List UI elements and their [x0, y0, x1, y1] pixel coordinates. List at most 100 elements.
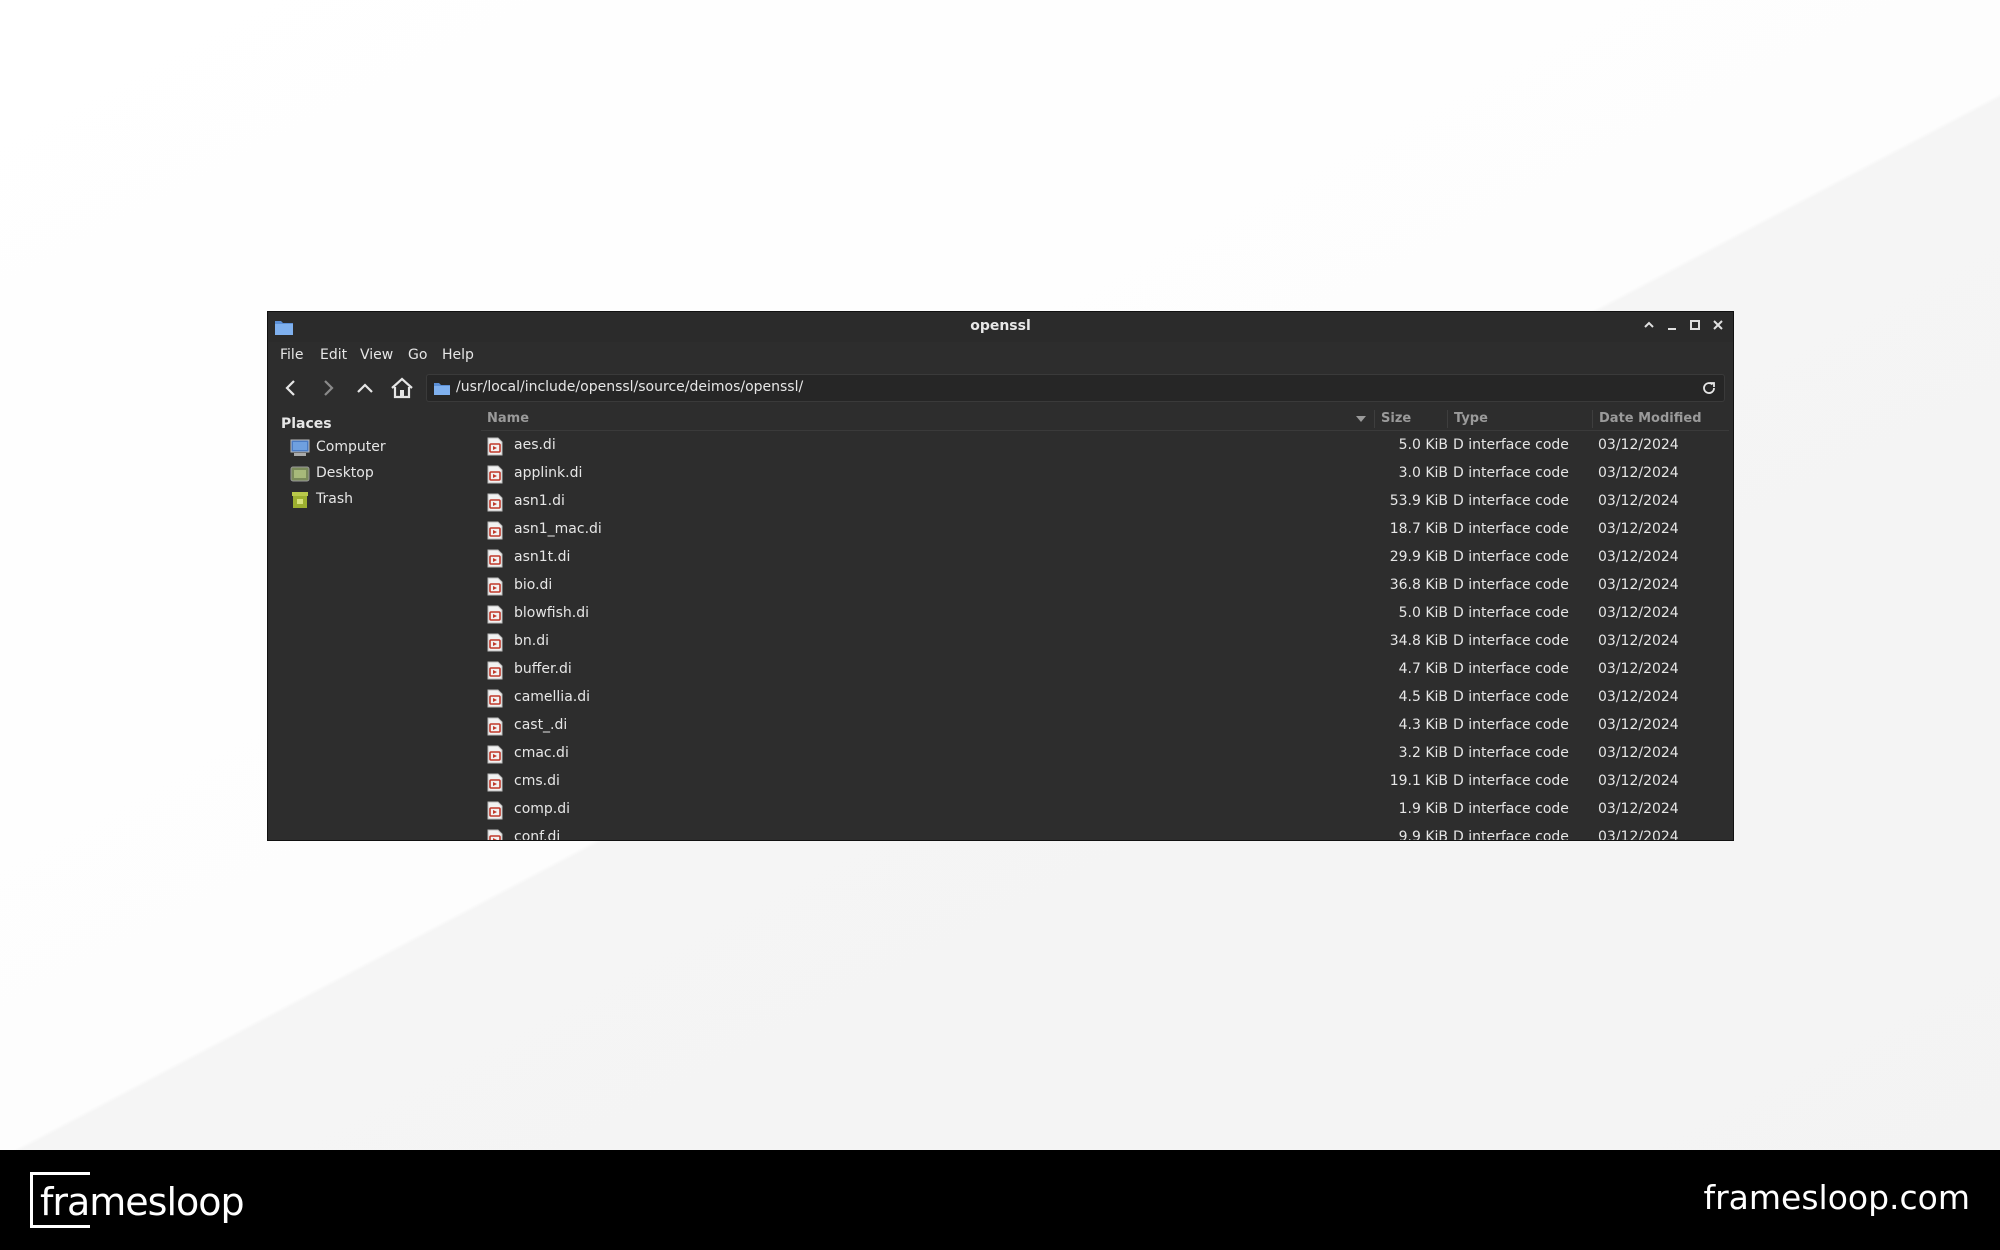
- table-row[interactable]: cast_.di 4.3 KiB D interface code 03/12/202…: [481, 712, 1729, 740]
- home-button[interactable]: [386, 372, 418, 404]
- file-date: 03/12/2024: [1598, 605, 1679, 621]
- file-date: 03/12/2024: [1598, 829, 1679, 841]
- table-row[interactable]: asn1_mac.di 18.7 KiB D interface code 03/12…: [481, 516, 1729, 544]
- file-date: 03/12/2024: [1598, 577, 1679, 593]
- footer-banner: framesloop framesloop.com: [0, 1150, 2000, 1250]
- menu-go[interactable]: Go: [408, 347, 427, 363]
- table-row[interactable]: aes.di 5.0 KiB D interface code 03/12/2024: [481, 432, 1729, 460]
- file-date: 03/12/2024: [1598, 773, 1679, 789]
- column-separator[interactable]: [1374, 410, 1375, 428]
- close-icon: [1713, 320, 1723, 330]
- d-source-file-icon: [487, 521, 503, 540]
- table-row[interactable]: asn1t.di 29.9 KiB D interface code 03/12/20…: [481, 544, 1729, 572]
- computer-icon: [290, 439, 310, 456]
- d-source-file-icon: [487, 577, 503, 596]
- shade-window-button[interactable]: [1639, 317, 1659, 337]
- table-row[interactable]: comp.di 1.9 KiB D interface code 03/12/2024: [481, 796, 1729, 824]
- file-size: 29.9 KiB: [1389, 549, 1448, 565]
- d-source-file-icon: [487, 493, 503, 512]
- table-row[interactable]: bn.di 34.8 KiB D interface code 03/12/2024: [481, 628, 1729, 656]
- file-size: 5.0 KiB: [1398, 605, 1448, 621]
- parent-folder-button[interactable]: [349, 372, 381, 404]
- file-manager-window: openssl File Edit View Go Help /usr/loca…: [267, 311, 1734, 841]
- file-size: 18.7 KiB: [1389, 521, 1448, 537]
- column-header-size[interactable]: Size: [1381, 408, 1411, 430]
- menu-edit[interactable]: Edit: [320, 347, 347, 363]
- table-row[interactable]: buffer.di 4.7 KiB D interface code 03/12/20…: [481, 656, 1729, 684]
- file-name: cms.di: [514, 773, 560, 789]
- framesloop-logo: framesloop: [30, 1172, 245, 1230]
- column-separator[interactable]: [1592, 410, 1593, 428]
- d-source-file-icon: [487, 829, 503, 840]
- location-bar[interactable]: /usr/local/include/openssl/source/deimos…: [426, 374, 1725, 402]
- table-row[interactable]: conf.di 9.9 KiB D interface code 03/12/2024: [481, 824, 1729, 841]
- file-list-header: Name Size Type Date Modified: [481, 408, 1729, 431]
- file-size: 19.1 KiB: [1389, 773, 1448, 789]
- column-header-name[interactable]: Name: [487, 408, 529, 430]
- chevron-up-icon: [1644, 321, 1654, 328]
- file-date: 03/12/2024: [1598, 661, 1679, 677]
- file-type: D interface code: [1453, 493, 1569, 509]
- d-source-file-icon: [487, 549, 503, 568]
- table-row[interactable]: applink.di 3.0 KiB D interface code 03/12/2…: [481, 460, 1729, 488]
- file-type: D interface code: [1453, 577, 1569, 593]
- file-type: D interface code: [1453, 773, 1569, 789]
- file-type: D interface code: [1453, 661, 1569, 677]
- back-arrow-icon: [285, 380, 295, 396]
- column-separator[interactable]: [1447, 410, 1448, 428]
- menu-help[interactable]: Help: [442, 347, 474, 363]
- file-size: 3.0 KiB: [1398, 465, 1448, 481]
- location-path[interactable]: /usr/local/include/openssl/source/deimos…: [456, 379, 803, 395]
- table-row[interactable]: asn1.di 53.9 KiB D interface code 03/12/202…: [481, 488, 1729, 516]
- file-size: 53.9 KiB: [1389, 493, 1448, 509]
- table-row[interactable]: bio.di 36.8 KiB D interface code 03/12/2024: [481, 572, 1729, 600]
- maximize-button[interactable]: [1685, 317, 1705, 337]
- refresh-icon[interactable]: [1700, 379, 1718, 397]
- back-button[interactable]: [275, 372, 307, 404]
- toolbar: /usr/local/include/openssl/source/deimos…: [268, 368, 1733, 408]
- forward-button[interactable]: [312, 372, 344, 404]
- minimize-icon: [1668, 328, 1676, 330]
- sidebar-item-label: Computer: [316, 439, 386, 455]
- file-date: 03/12/2024: [1598, 801, 1679, 817]
- home-icon: [391, 377, 413, 399]
- file-date: 03/12/2024: [1598, 717, 1679, 733]
- file-size: 9.9 KiB: [1398, 829, 1448, 841]
- maximize-icon: [1690, 320, 1700, 330]
- folder-icon: [434, 383, 450, 395]
- sidebar-item-computer[interactable]: Computer: [290, 436, 470, 460]
- file-date: 03/12/2024: [1598, 633, 1679, 649]
- sidebar-item-desktop[interactable]: Desktop: [290, 462, 470, 486]
- d-source-file-icon: [487, 661, 503, 680]
- table-row[interactable]: cms.di 19.1 KiB D interface code 03/12/2024: [481, 768, 1729, 796]
- window-title: openssl: [970, 318, 1031, 334]
- d-source-file-icon: [487, 773, 503, 792]
- places-heading: Places: [281, 416, 332, 432]
- file-size: 1.9 KiB: [1398, 801, 1448, 817]
- file-name: asn1t.di: [514, 549, 571, 565]
- column-header-type[interactable]: Type: [1454, 408, 1488, 430]
- menu-view[interactable]: View: [360, 347, 393, 363]
- file-type: D interface code: [1453, 717, 1569, 733]
- d-source-file-icon: [487, 689, 503, 708]
- file-size: 4.3 KiB: [1398, 717, 1448, 733]
- d-source-file-icon: [487, 465, 503, 484]
- file-name: asn1.di: [514, 493, 565, 509]
- table-row[interactable]: cmac.di 3.2 KiB D interface code 03/12/2024: [481, 740, 1729, 768]
- close-button[interactable]: [1708, 317, 1728, 337]
- places-sidebar: Places Computer Desktop Trash: [268, 408, 476, 840]
- title-bar[interactable]: openssl: [268, 312, 1733, 343]
- menu-file[interactable]: File: [280, 347, 303, 363]
- table-row[interactable]: blowfish.di 5.0 KiB D interface code 03/12/…: [481, 600, 1729, 628]
- sidebar-item-trash[interactable]: Trash: [290, 488, 470, 512]
- file-name: applink.di: [514, 465, 583, 481]
- table-row[interactable]: camellia.di 4.5 KiB D interface code 03/12/…: [481, 684, 1729, 712]
- minimize-button[interactable]: [1662, 317, 1682, 337]
- file-name: asn1_mac.di: [514, 521, 602, 537]
- file-date: 03/12/2024: [1598, 549, 1679, 565]
- d-source-file-icon: [487, 801, 503, 820]
- logo-text: framesloop: [40, 1180, 245, 1224]
- column-header-date[interactable]: Date Modified: [1599, 408, 1702, 430]
- file-type: D interface code: [1453, 689, 1569, 705]
- file-type: D interface code: [1453, 437, 1569, 453]
